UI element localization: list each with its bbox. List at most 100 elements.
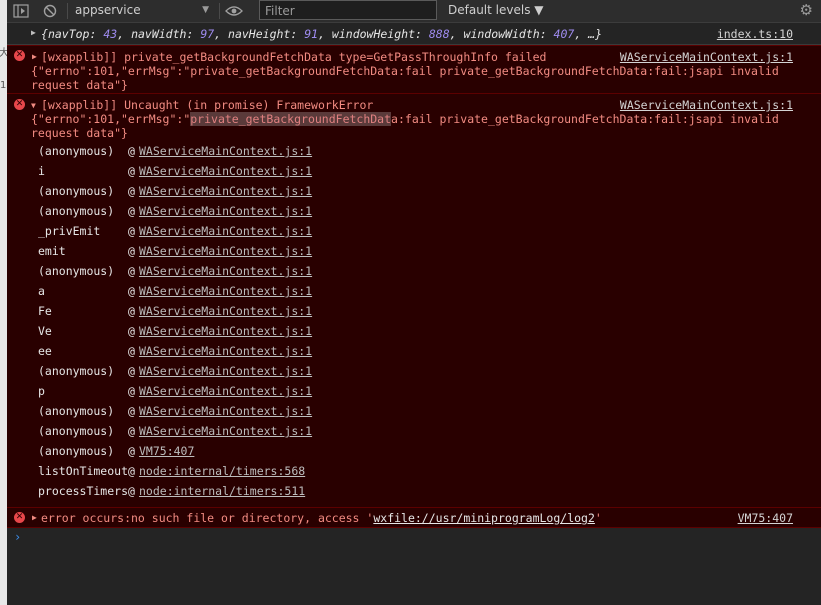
stack-frame: Ve @ WAServiceMainContext.js:1 [7, 324, 821, 342]
sidebar-toggle-icon[interactable] [12, 2, 30, 20]
stack-frame: a @ WAServiceMainContext.js:1 [7, 284, 821, 302]
log-row-error: ✕ ▼ [wxapplib]] Uncaught (in promise) Fr… [7, 93, 821, 508]
frame-source-link[interactable]: WAServiceMainContext.js:1 [139, 164, 312, 178]
frame-function-name: listOnTimeout [38, 464, 129, 478]
frame-function-name: (anonymous) [38, 144, 115, 158]
frame-at-sign: @ [128, 424, 135, 438]
frame-source-link[interactable]: WAServiceMainContext.js:1 [139, 144, 312, 158]
clear-console-icon[interactable] [41, 2, 59, 20]
frame-function-name: ee [38, 344, 52, 358]
error-detail: {"errno":101,"errMsg":"private_getBackgr… [31, 64, 779, 78]
error-icon: ✕ [14, 512, 25, 523]
console-toolbar: appservice ▼ Filter Default levels ▼ ⚙ [7, 0, 821, 23]
stack-frame: listOnTimeout @ node:internal/timers:568 [7, 464, 821, 482]
frame-at-sign: @ [128, 324, 135, 338]
stack-frame: (anonymous) @ WAServiceMainContext.js:1 [7, 364, 821, 382]
frame-source-link[interactable]: WAServiceMainContext.js:1 [139, 344, 312, 358]
stack-frame: (anonymous) @ WAServiceMainContext.js:1 [7, 144, 821, 162]
frame-function-name: Fe [38, 304, 52, 318]
stack-frame: (anonymous) @ WAServiceMainContext.js:1 [7, 264, 821, 282]
frame-function-name: (anonymous) [38, 424, 115, 438]
frame-at-sign: @ [128, 184, 135, 198]
frame-at-sign: @ [128, 484, 135, 498]
settings-gear-icon[interactable]: ⚙ [800, 1, 813, 19]
log-levels-dropdown[interactable]: Default levels ▼ [448, 0, 544, 22]
frame-source-link[interactable]: WAServiceMainContext.js:1 [139, 284, 312, 298]
stack-frame: (anonymous) @ VM75:407 [7, 444, 821, 462]
frame-at-sign: @ [128, 224, 135, 238]
frame-source-link[interactable]: WAServiceMainContext.js:1 [139, 364, 312, 378]
error-message: [wxapplib]] Uncaught (in promise) Framew… [41, 98, 374, 112]
expand-triangle-icon[interactable]: ▶ [32, 513, 37, 522]
filter-input[interactable]: Filter [259, 0, 437, 20]
frame-at-sign: @ [128, 264, 135, 278]
frame-source-link[interactable]: node:internal/timers:568 [139, 464, 305, 478]
stack-frame: Fe @ WAServiceMainContext.js:1 [7, 304, 821, 322]
frame-source-link[interactable]: WAServiceMainContext.js:1 [139, 424, 312, 438]
stack-frame: (anonymous) @ WAServiceMainContext.js:1 [7, 204, 821, 222]
error-detail: request data"} [31, 126, 128, 140]
frame-source-link[interactable]: WAServiceMainContext.js:1 [139, 244, 312, 258]
selected-text: private_getBackgroundFetchDat [190, 112, 392, 126]
log-row-error: ✕ ▶ [wxapplib]] private_getBackgroundFet… [7, 45, 821, 94]
left-panel-edge: 大 1 [0, 0, 9, 605]
source-link[interactable]: WAServiceMainContext.js:1 [620, 98, 793, 112]
frame-source-link[interactable]: WAServiceMainContext.js:1 [139, 204, 312, 218]
frame-at-sign: @ [128, 444, 135, 458]
frame-function-name: (anonymous) [38, 184, 115, 198]
error-message: [wxapplib]] private_getBackgroundFetchDa… [41, 50, 547, 64]
stack-frame: (anonymous) @ WAServiceMainContext.js:1 [7, 184, 821, 202]
frame-function-name: i [38, 164, 45, 178]
error-icon: ✕ [14, 99, 25, 110]
frame-function-name: (anonymous) [38, 444, 115, 458]
console-prompt-icon[interactable]: › [14, 530, 21, 544]
stack-frame: i @ WAServiceMainContext.js:1 [7, 164, 821, 182]
toolbar-divider [219, 3, 220, 19]
stack-frame: ee @ WAServiceMainContext.js:1 [7, 344, 821, 362]
frame-at-sign: @ [128, 364, 135, 378]
frame-at-sign: @ [128, 164, 135, 178]
frame-source-link[interactable]: WAServiceMainContext.js:1 [139, 264, 312, 278]
frame-at-sign: @ [128, 204, 135, 218]
stack-frame: (anonymous) @ WAServiceMainContext.js:1 [7, 404, 821, 422]
toolbar-divider [67, 3, 68, 19]
frame-at-sign: @ [128, 404, 135, 418]
frame-at-sign: @ [128, 464, 135, 478]
frame-function-name: p [38, 384, 45, 398]
source-link[interactable]: VM75:407 [738, 511, 793, 525]
frame-source-link[interactable]: VM75:407 [139, 444, 194, 458]
file-path-link[interactable]: wxfile://usr/miniprogramLog/log2 [373, 511, 595, 525]
collapse-triangle-icon[interactable]: ▼ [31, 101, 36, 110]
console-panel: appservice ▼ Filter Default levels ▼ ⚙ ▶… [7, 0, 821, 605]
expand-triangle-icon[interactable]: ▶ [32, 52, 37, 61]
eye-icon[interactable] [225, 2, 243, 20]
error-detail: request data"} [31, 78, 128, 92]
frame-at-sign: @ [128, 284, 135, 298]
source-link[interactable]: WAServiceMainContext.js:1 [620, 50, 793, 64]
frame-source-link[interactable]: WAServiceMainContext.js:1 [139, 384, 312, 398]
frame-at-sign: @ [128, 384, 135, 398]
expand-triangle-icon[interactable]: ▶ [31, 28, 36, 37]
object-preview[interactable]: {navTop: 43, navWidth: 97, navHeight: 91… [41, 27, 602, 41]
frame-function-name: Ve [38, 324, 52, 338]
frame-function-name: emit [38, 244, 66, 258]
frame-source-link[interactable]: WAServiceMainContext.js:1 [139, 324, 312, 338]
error-message: error occurs:no such file or directory, … [41, 511, 602, 525]
frame-function-name: processTimers [38, 484, 129, 498]
context-label: appservice [75, 3, 141, 17]
source-link[interactable]: index.ts:10 [717, 27, 793, 41]
frame-source-link[interactable]: WAServiceMainContext.js:1 [139, 404, 312, 418]
stack-frame: emit @ WAServiceMainContext.js:1 [7, 244, 821, 262]
frame-source-link[interactable]: WAServiceMainContext.js:1 [139, 304, 312, 318]
log-row-error: ✕ ▶ error occurs:no such file or directo… [7, 507, 821, 528]
frame-source-link[interactable]: WAServiceMainContext.js:1 [139, 224, 312, 238]
frame-function-name: (anonymous) [38, 204, 115, 218]
frame-source-link[interactable]: WAServiceMainContext.js:1 [139, 184, 312, 198]
dropdown-arrow-icon: ▼ [202, 5, 209, 15]
stack-frame: _privEmit @ WAServiceMainContext.js:1 [7, 224, 821, 242]
frame-at-sign: @ [128, 144, 135, 158]
frame-source-link[interactable]: node:internal/timers:511 [139, 484, 305, 498]
log-row-info: ▶ {navTop: 43, navWidth: 97, navHeight: … [7, 23, 821, 45]
stack-frame: processTimers @ node:internal/timers:511 [7, 484, 821, 502]
context-select[interactable]: appservice ▼ [75, 0, 215, 22]
